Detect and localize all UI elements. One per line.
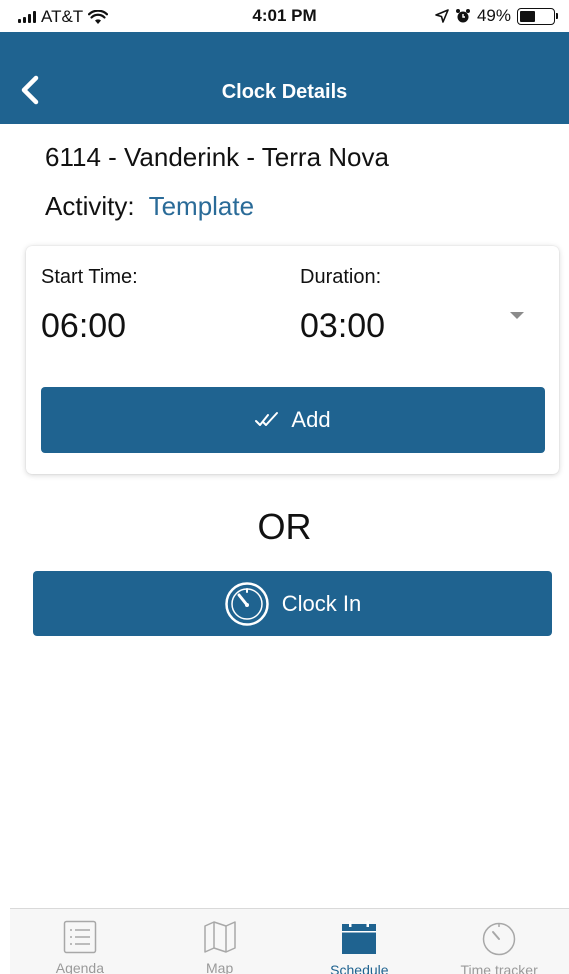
or-divider-text: OR [257,506,312,547]
add-button-label: Add [291,407,331,432]
start-time-field[interactable]: 06:00 [41,307,126,346]
status-bar: AT&T 4:01 PM 49% [0,0,569,32]
tab-map[interactable]: Map [150,909,290,974]
bottom-tab-bar: Agenda Map Schedule Time tracker [10,908,569,974]
tab-schedule-label: Schedule [330,962,389,974]
battery-percent: 49% [476,6,511,25]
map-icon [203,921,236,953]
tab-agenda-label: Agenda [55,960,105,974]
add-button[interactable]: Add [41,387,545,453]
tab-time-tracker[interactable]: Time tracker [429,909,569,974]
start-time-label: Start Time: [41,266,138,288]
duration-dropdown-icon[interactable] [510,312,524,319]
tab-schedule[interactable]: Schedule [290,909,430,974]
clock-in-button[interactable]: Clock In [33,571,552,636]
calendar-icon [342,921,377,954]
app-header: Clock Details [0,32,569,124]
double-check-icon [255,412,279,426]
stopwatch-icon [482,922,516,956]
job-title: 6114 - Vanderink - Terra Nova [45,142,389,172]
tab-map-label: Map [206,960,234,974]
battery-icon [517,7,558,25]
duration-label: Duration: [300,266,382,288]
tab-time-tracker-label: Time tracker [460,962,538,974]
activity-value-link[interactable]: Template [149,191,255,222]
activity-label: Activity: [45,191,135,221]
activity-row: Activity: Template [45,191,254,222]
duration-field[interactable]: 03:00 [300,307,385,346]
tab-agenda[interactable]: Agenda [10,909,150,974]
clock-in-label: Clock In [281,590,362,616]
page-title: Clock Details [221,81,348,103]
alarm-icon [455,9,470,23]
stopwatch-icon [225,581,269,626]
status-indicators: 49% [435,6,558,26]
location-arrow-icon [435,9,449,23]
time-entry-card: Start Time: 06:00 Duration: 03:00 Add [26,246,559,474]
list-icon [63,920,97,954]
